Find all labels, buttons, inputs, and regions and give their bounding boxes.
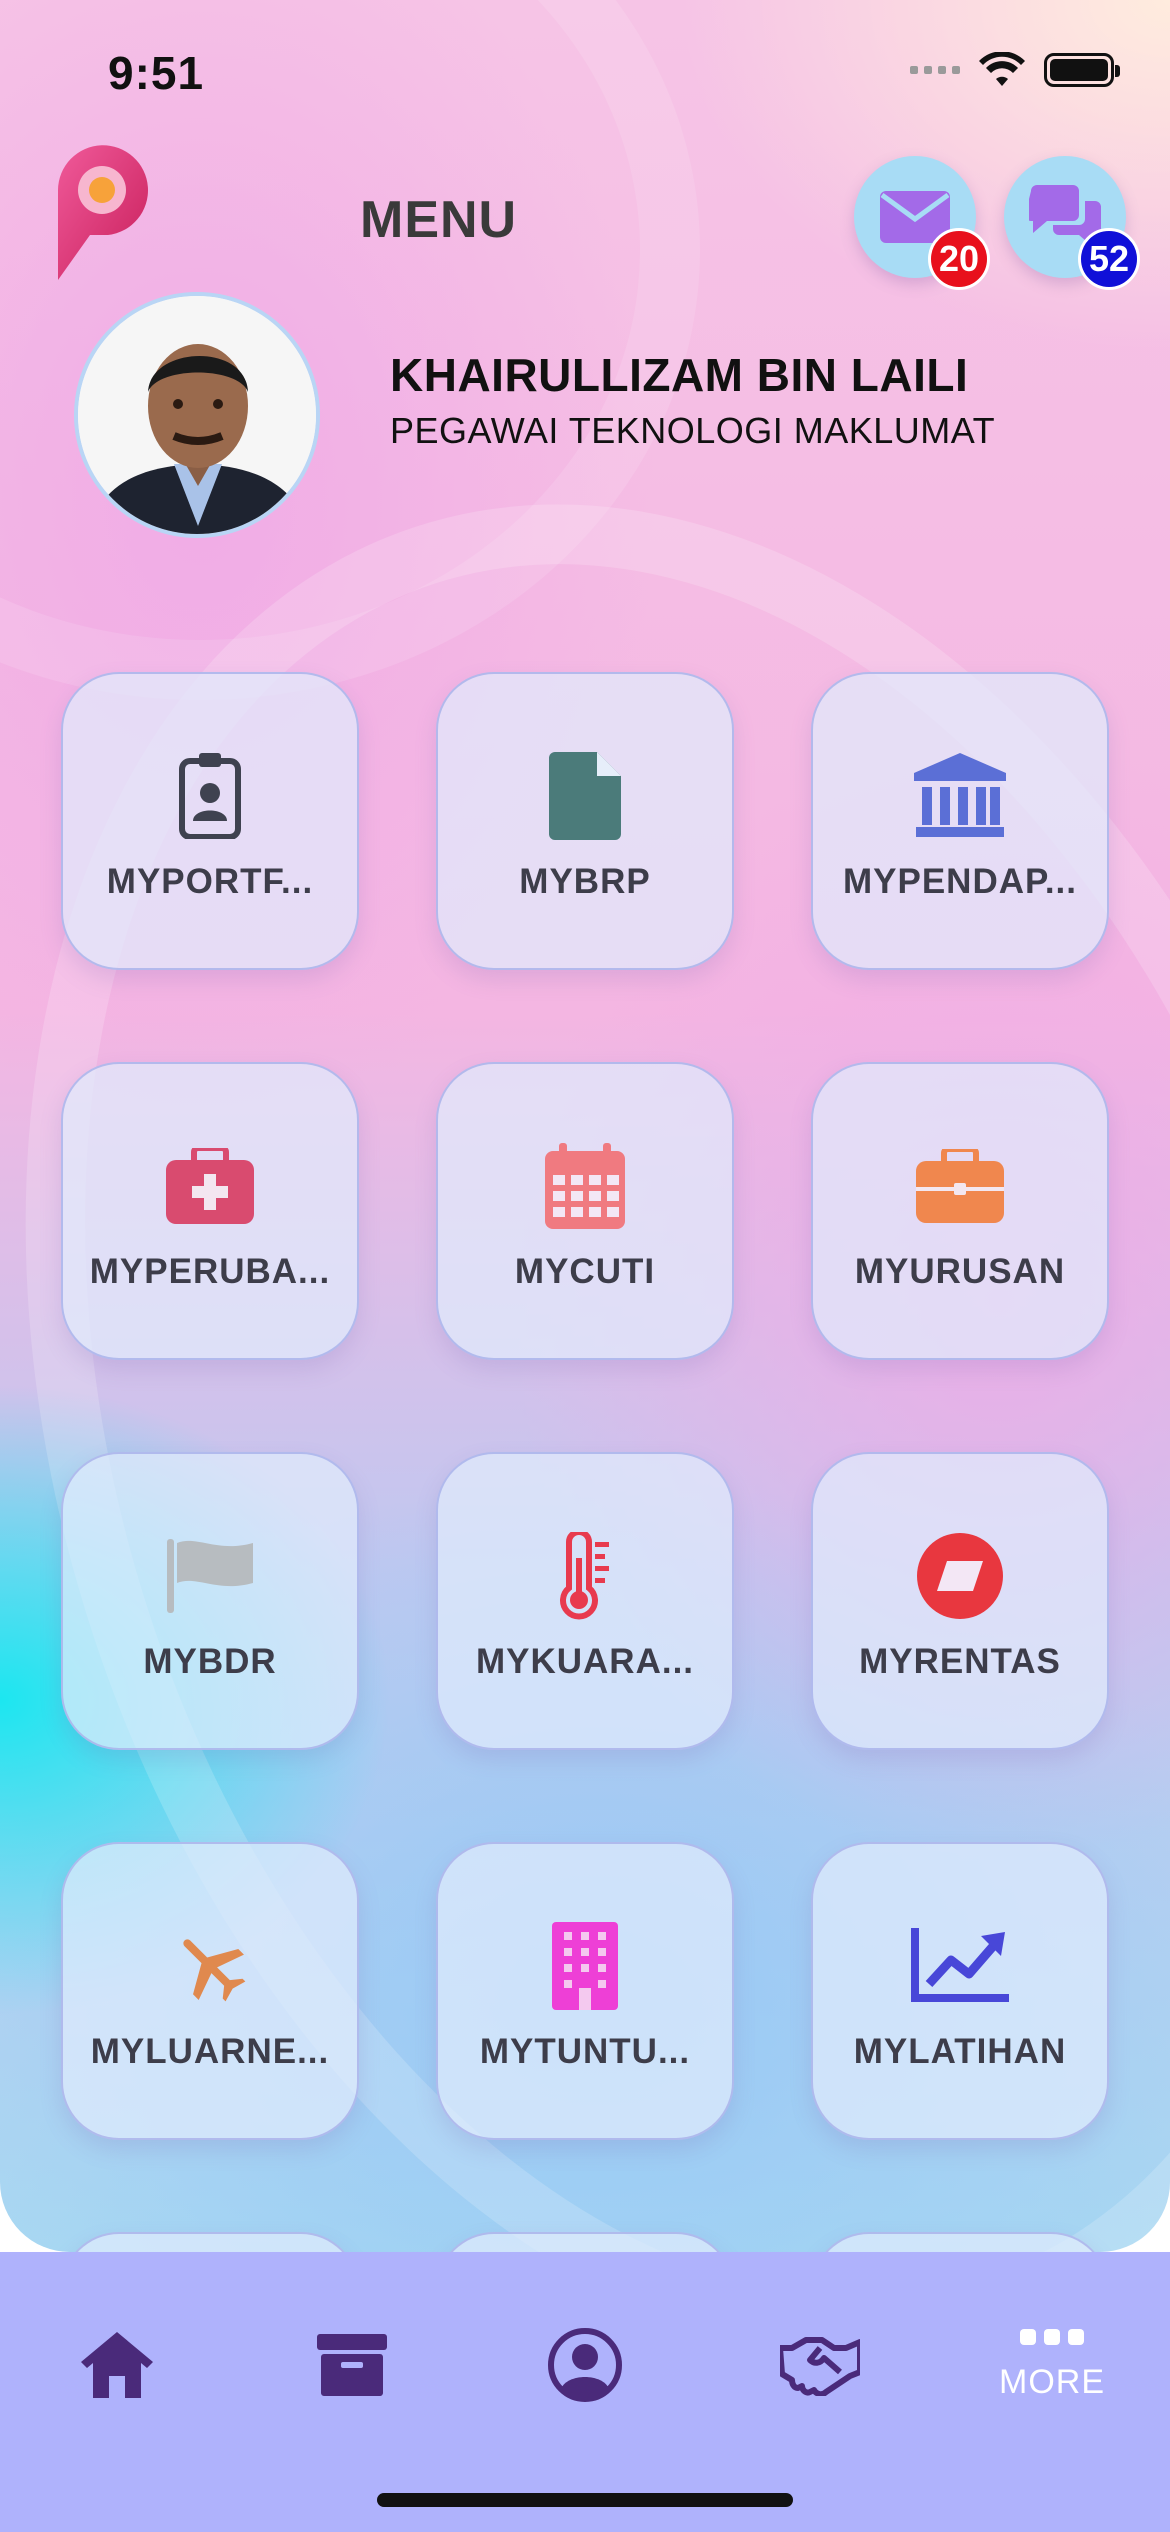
menu-tile-label: MYBRP [519, 862, 651, 901]
chat-badge: 52 [1078, 228, 1140, 290]
status-icons [910, 52, 1120, 88]
tab-handshake[interactable] [760, 2310, 880, 2420]
user-name: KHAIRULLIZAM BIN LAILI [390, 349, 969, 401]
status-time: 9:51 [108, 47, 205, 99]
menu-tile-label: MYPORTF... [106, 862, 314, 901]
menu-tile-label: MYRENTAS [859, 1642, 1061, 1681]
menu-tile-myperubatan[interactable]: MYPERUBA... [61, 1062, 359, 1360]
chart-line-icon [911, 1928, 1009, 2002]
menu-tile-label: MYPENDAP... [842, 862, 1078, 901]
wifi-icon [979, 52, 1025, 86]
menu-tile-mybdr[interactable]: MYBDR [61, 1452, 359, 1750]
more-icon [1020, 2328, 1084, 2345]
page-title: MENU [360, 191, 518, 249]
user-photo [78, 296, 316, 534]
briefcase-icon [916, 1149, 1004, 1223]
building-icon [552, 1922, 618, 2010]
app-logo [58, 145, 148, 280]
menu-tile-label: MYCUTI [514, 1252, 656, 1291]
chat-button[interactable]: 52 [1004, 156, 1140, 290]
signal-icon [910, 66, 960, 74]
battery-icon [1044, 53, 1120, 87]
avatar[interactable] [74, 292, 320, 538]
user-role: PEGAWAI TEKNOLOGI MAKLUMAT [390, 410, 996, 451]
tab-archive[interactable] [292, 2310, 412, 2420]
home-icon [81, 2332, 153, 2398]
id-badge-icon [179, 753, 241, 839]
menu-tile-myluarnegara[interactable]: MYLUARNE... [61, 1842, 359, 2140]
medical-kit-icon [166, 1148, 254, 1224]
menu-tile-mycuti[interactable]: MYCUTI [436, 1062, 734, 1360]
mail-badge: 20 [928, 228, 990, 290]
menu-tile-mykuarantin[interactable]: MYKUARA... [436, 1452, 734, 1750]
calendar-icon [545, 1143, 625, 1229]
menu-tile-label: MYLUARNE... [90, 2032, 330, 2071]
user-circle-icon [548, 2328, 622, 2402]
menu-tile-mytuntutan[interactable]: MYTUNTU... [436, 1842, 734, 2140]
screen: 9:51 MENU 20 52 KHAIRULLIZAM BIN LAILI P… [0, 0, 1170, 2532]
menu-tile-myportfolio[interactable]: MYPORTF... [61, 672, 359, 970]
tab-more-label: MORE [999, 2362, 1105, 2401]
menu-tile-label: MYBDR [143, 1642, 277, 1681]
tab-home[interactable] [57, 2310, 177, 2420]
tab-profile[interactable] [525, 2310, 645, 2420]
thermometer-icon [560, 1532, 609, 1620]
menu-tile-label: MYTUNTU... [479, 2032, 691, 2071]
rentas-icon [917, 1533, 1003, 1619]
menu-tile-mybrp[interactable]: MYBRP [436, 672, 734, 970]
menu-tile-mylatihan[interactable]: MYLATIHAN [811, 1842, 1109, 2140]
airplane-icon [183, 1939, 246, 2002]
file-icon [549, 752, 621, 840]
bank-icon [914, 753, 1006, 837]
menu-tile-label: MYKUARA... [475, 1642, 695, 1681]
menu-tile-mypendapatan[interactable]: MYPENDAP... [811, 672, 1109, 970]
menu-tile-label: MYPERUBA... [89, 1252, 331, 1291]
flag-icon [167, 1539, 253, 1613]
menu-tile-label: MYLATIHAN [853, 2032, 1067, 2071]
archive-icon [317, 2334, 387, 2396]
menu-tile-myrentas[interactable]: MYRENTAS [811, 1452, 1109, 1750]
handshake-icon [780, 2337, 860, 2396]
menu-tile-myurusan[interactable]: MYURUSAN [811, 1062, 1109, 1360]
menu-tile-label: MYURUSAN [854, 1252, 1066, 1291]
mail-button[interactable]: 20 [854, 156, 990, 290]
tab-more[interactable]: MORE [992, 2310, 1112, 2420]
home-indicator [377, 2493, 793, 2507]
